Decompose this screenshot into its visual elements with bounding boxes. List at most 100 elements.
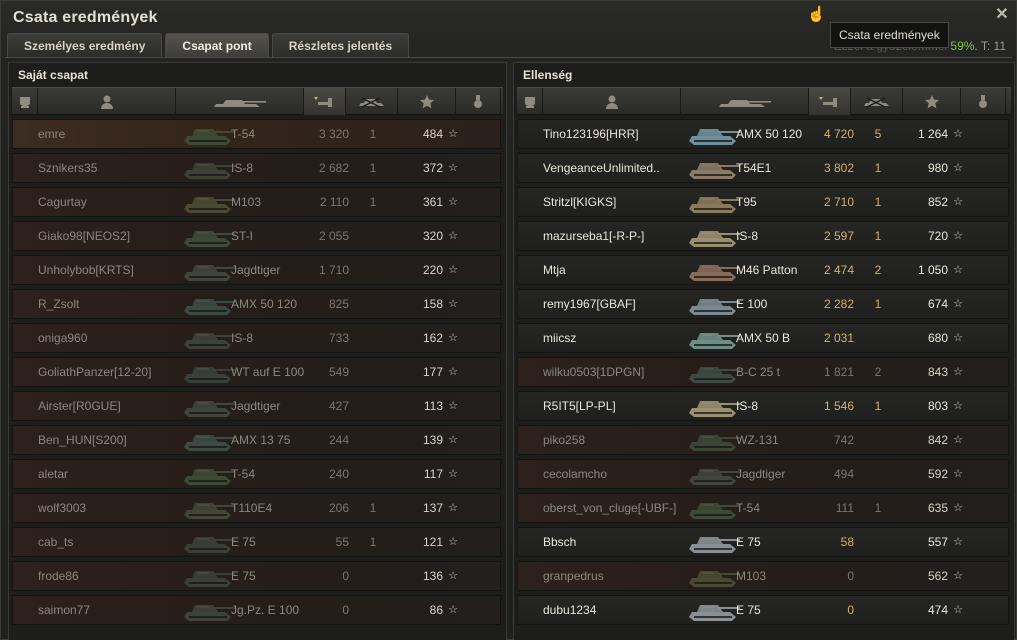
xp-value: 842 (927, 433, 948, 447)
damage-value: 733 (328, 331, 349, 345)
enemy-player-row[interactable]: oberst_von_cluge[-UBF-] T-54 111 1 635 ☆ (517, 493, 1009, 523)
own-player-row[interactable]: Cagurtay M103 2 110 1 361 ☆ (12, 187, 501, 217)
damage-value: 111 (835, 501, 854, 515)
own-player-row[interactable]: R_Zsolt AMX 50 120 825 158 ☆ (12, 289, 501, 319)
enemy-player-row[interactable]: mazurseba1[-R-P-] IS-8 2 597 1 720 ☆ (517, 221, 1009, 251)
enemy-player-row[interactable]: dubu1234 E 75 0 474 ☆ (517, 595, 1009, 625)
xp-value: 136 (422, 569, 443, 583)
kills-value: 2 (874, 263, 882, 277)
player-name: R5IT5[LP-PL] (543, 399, 616, 413)
kills-value (363, 596, 383, 624)
xp-value: 320 (422, 229, 443, 243)
damage-value: 0 (342, 603, 349, 617)
enemy-player-row[interactable]: Tino123196[HRR] AMX 50 120 4 720 5 1 264 ☆ (517, 119, 1009, 149)
column-header-medal[interactable] (961, 88, 1006, 115)
damage-value: 742 (833, 433, 854, 447)
player-name: frode86 (38, 569, 79, 583)
battle-count: T: 11 (980, 39, 1006, 53)
enemy-player-row[interactable]: piko258 WZ-131 742 842 ☆ (517, 425, 1009, 455)
xp-value: 117 (423, 467, 443, 481)
vehicle-name: E 75 (231, 569, 256, 583)
tank-icon (181, 461, 237, 487)
enemy-player-row[interactable]: Bbsch E 75 58 557 ☆ (517, 527, 1009, 557)
column-header-squad[interactable] (517, 88, 543, 115)
enemy-player-row[interactable]: R5IT5[LP-PL] IS-8 1 546 1 803 ☆ (517, 391, 1009, 421)
enemy-player-row[interactable]: wilku0503[1DPGN] B-C 25 t 1 821 2 843 ☆ (517, 357, 1009, 387)
own-player-row[interactable]: frode86 E 75 0 136 ☆ (12, 561, 501, 591)
column-header-squad[interactable] (12, 88, 38, 115)
xp-value: 162 (422, 331, 443, 345)
battle-results-window: Csata eredmények ☝ ✕ Ezzel a győzelemmel… (0, 0, 1017, 640)
tank-icon (686, 189, 742, 215)
vehicle-name: Jagdtiger (231, 263, 281, 277)
column-header-player[interactable] (543, 88, 681, 115)
xp-star-icon: ☆ (448, 162, 458, 174)
player-name: Cagurtay (38, 195, 87, 209)
vehicle-name: IS-8 (736, 399, 759, 413)
column-header-kills[interactable] (851, 88, 903, 115)
own-player-row[interactable]: Airster[R0GUE] Jagdtiger 427 113 ☆ (12, 391, 501, 421)
tab-team-score[interactable]: Csapat pont (165, 33, 269, 57)
tank-icon (686, 427, 742, 453)
vehicle-name: AMX 50 120 (231, 297, 298, 311)
close-icon[interactable]: ✕ (994, 7, 1010, 23)
tank-icon (181, 359, 237, 385)
tab-personal-results[interactable]: Személyes eredmény (7, 33, 163, 57)
xp-value: 158 (422, 297, 443, 311)
enemy-player-row[interactable]: cecolamcho Jagdtiger 494 592 ☆ (517, 459, 1009, 489)
column-header-xp-star[interactable] (903, 88, 961, 115)
own-player-row[interactable]: saimon77 Jg.Pz. E 100 0 86 ☆ (12, 595, 501, 625)
player-name: wolf3003 (38, 501, 87, 515)
player-name: Stritzl[KIGKS] (543, 195, 617, 209)
tank-icon (181, 291, 237, 317)
own-player-row[interactable]: Sznikers35 IS-8 2 682 1 372 ☆ (12, 153, 501, 183)
xp-star-icon: ☆ (953, 604, 963, 616)
xp-star-icon: ☆ (953, 128, 963, 140)
xp-value: 484 (422, 127, 443, 141)
column-header-vehicle[interactable] (681, 88, 809, 115)
enemy-player-row[interactable]: Mtja M46 Patton 2 474 2 1 050 ☆ (517, 255, 1009, 285)
own-player-row[interactable]: emre T-54 3 320 1 484 ☆ (12, 119, 501, 149)
own-player-row[interactable]: aletar T-54 240 117 ☆ (12, 459, 501, 489)
enemy-player-row[interactable]: Stritzl[KIGKS] T95 2 710 1 852 ☆ (517, 187, 1009, 217)
column-header-vehicle[interactable] (176, 88, 304, 115)
tank-icon (686, 359, 742, 385)
window-title: Csata eredmények (13, 9, 158, 26)
damage-value: 1 821 (823, 365, 854, 379)
damage-icon (818, 96, 837, 107)
column-header-xp-star[interactable] (398, 88, 456, 115)
enemy-player-row[interactable]: VengeanceUnlimited.. T54E1 3 802 1 980 ☆ (517, 153, 1009, 183)
vehicle-name: IS-8 (231, 331, 254, 345)
vehicle-name: E 75 (736, 535, 761, 549)
medal-icon (979, 94, 987, 108)
own-player-row[interactable]: GoliathPanzer[12-20] WT auf E 100 549 177 ☆ (12, 357, 501, 387)
column-header-damage[interactable] (809, 88, 851, 115)
own-player-row[interactable]: wolf3003 T110E4 206 1 137 ☆ (12, 493, 501, 523)
xp-star-icon: ☆ (953, 162, 963, 174)
own-player-row[interactable]: oniga960 IS-8 733 162 ☆ (12, 323, 501, 353)
column-header-medal[interactable] (456, 88, 501, 115)
xp-star-icon: ☆ (448, 502, 458, 514)
damage-value: 244 (328, 433, 349, 447)
xp-value: 139 (422, 433, 443, 447)
xp-star-icon: ☆ (448, 196, 458, 208)
damage-value: 0 (342, 569, 349, 583)
tank-icon (181, 189, 237, 215)
player-name: miicsz (543, 331, 577, 345)
xp-star-icon: ☆ (448, 366, 458, 378)
enemy-player-row[interactable]: granpedrus M103 0 562 ☆ (517, 561, 1009, 591)
own-player-row[interactable]: Ben_HUN[S200] AMX 13 75 244 139 ☆ (12, 425, 501, 455)
kills-value: 1 (874, 195, 882, 209)
vehicle-name: M103 (231, 195, 262, 209)
enemy-player-row[interactable]: miicsz AMX 50 B 2 031 680 ☆ (517, 323, 1009, 353)
own-player-row[interactable]: Unholybob[KRTS] Jagdtiger 1 710 220 ☆ (12, 255, 501, 285)
column-header-damage[interactable] (304, 88, 346, 115)
damage-value: 825 (328, 297, 349, 311)
column-header-player[interactable] (38, 88, 176, 115)
own-player-row[interactable]: cab_ts E 75 55 1 121 ☆ (12, 527, 501, 557)
tab-detailed-report[interactable]: Részletes jelentés (271, 33, 410, 57)
enemy-player-row[interactable]: remy1967[GBAF] E 100 2 282 1 674 ☆ (517, 289, 1009, 319)
tank-icon (181, 495, 237, 521)
own-player-row[interactable]: Giako98[NEOS2] ST-I 2 055 320 ☆ (12, 221, 501, 251)
column-header-kills[interactable] (346, 88, 398, 115)
